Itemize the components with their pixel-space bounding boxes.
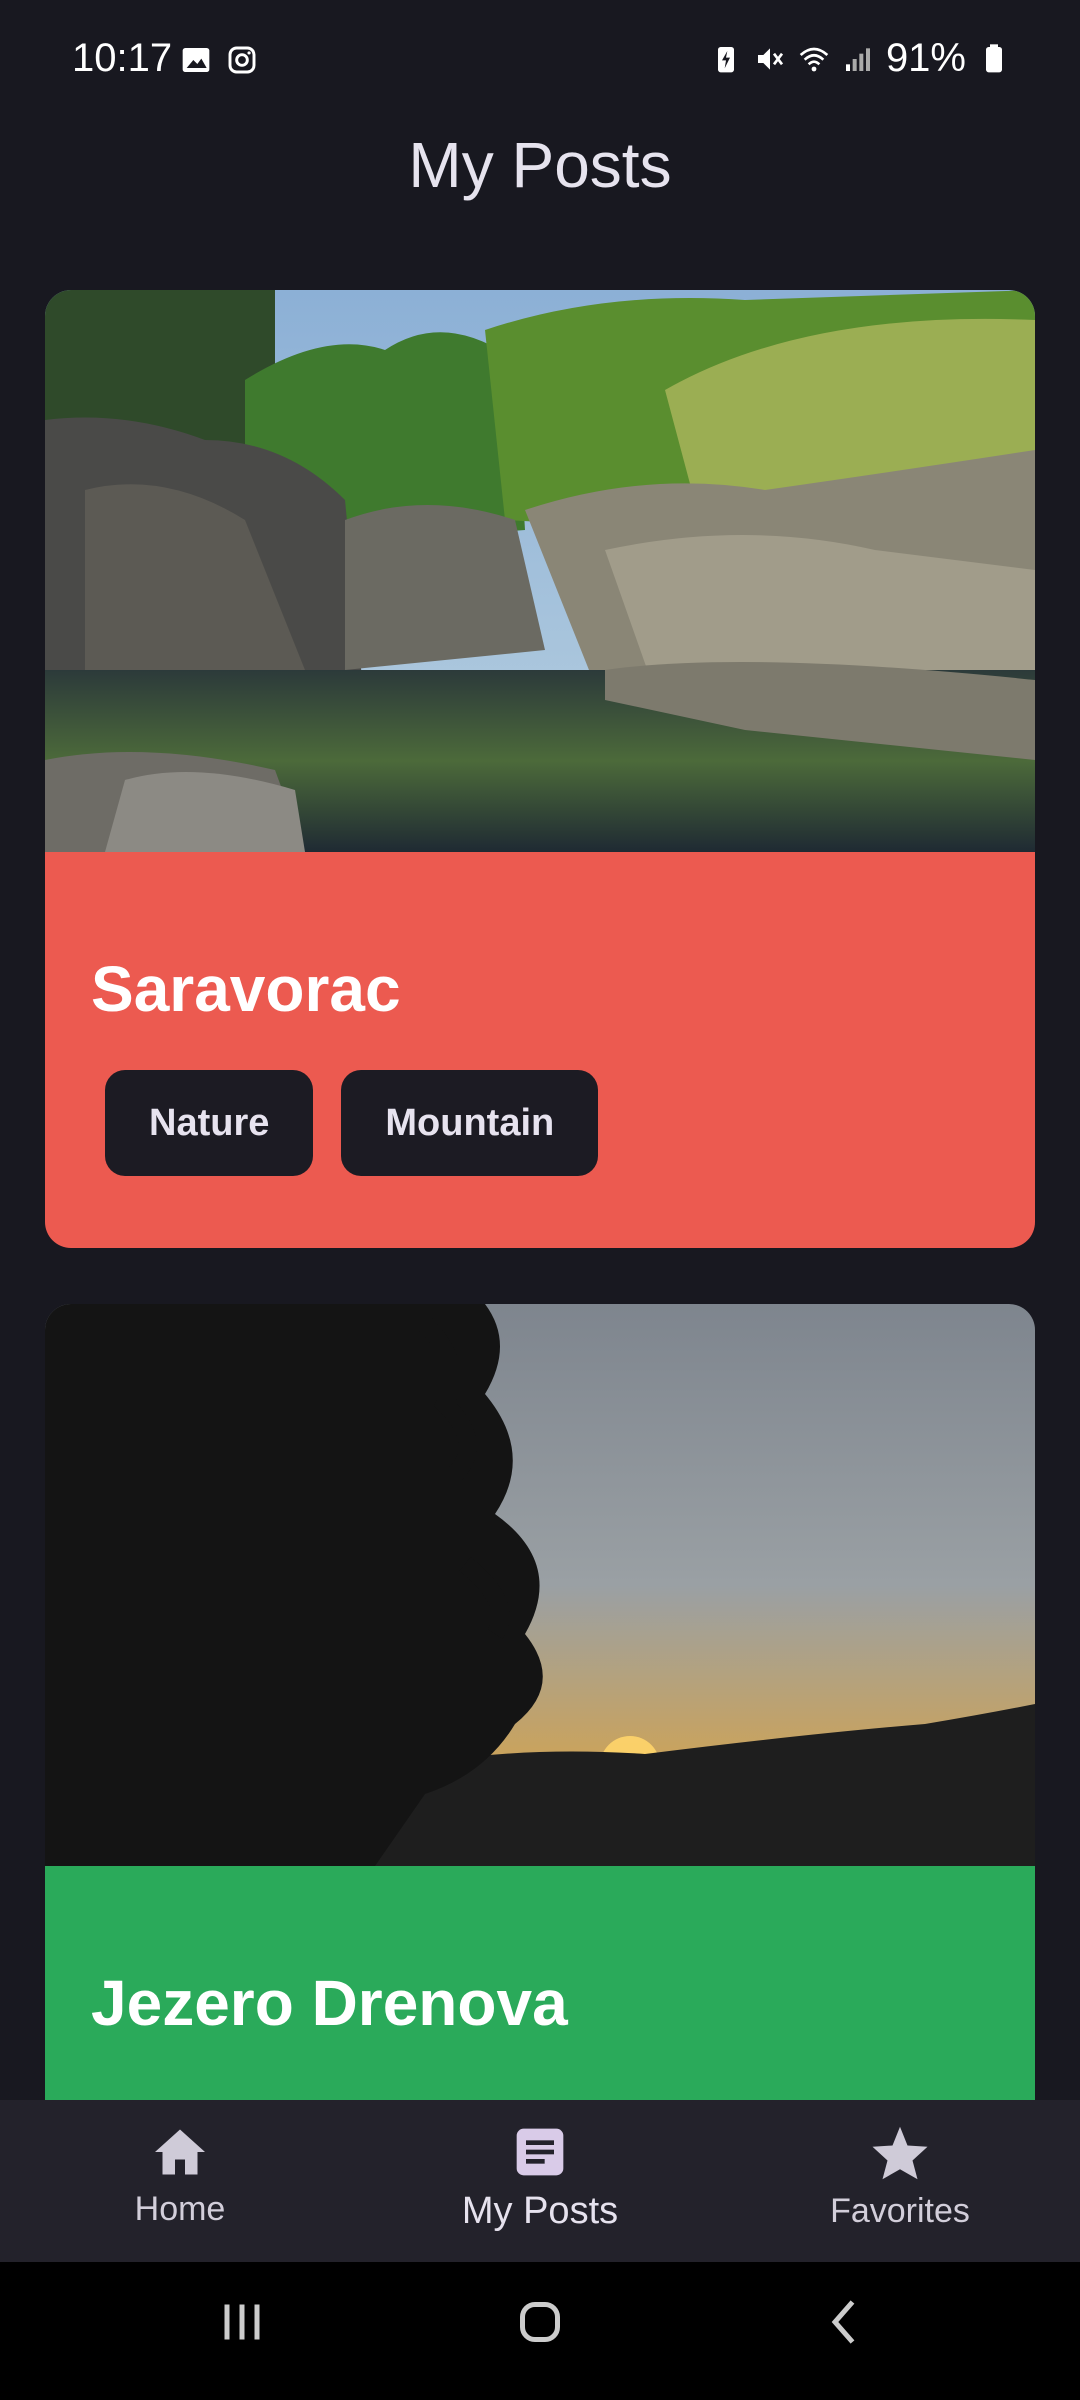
gallery-icon	[182, 48, 210, 72]
signal-icon	[845, 47, 870, 71]
nav-label-home: Home	[134, 2190, 226, 2228]
nav-item-favorites[interactable]: Favorites	[720, 2100, 1080, 2262]
system-nav-bar	[0, 2262, 1080, 2400]
wifi-icon	[799, 47, 829, 71]
tag-chip[interactable]: Nature	[105, 1070, 314, 1176]
back-icon[interactable]	[815, 2292, 875, 2352]
mute-icon	[757, 47, 784, 70]
post-title: Jezero Drenova	[91, 1967, 568, 2039]
posts-feed[interactable]: Saravorac Nature Mountain Jezero Drenova	[45, 290, 1035, 2100]
home-nav-icon[interactable]	[510, 2292, 570, 2352]
home-icon	[155, 2129, 205, 2175]
star-icon	[872, 2126, 928, 2180]
post-image	[45, 290, 1035, 852]
page-title: My Posts	[408, 129, 672, 201]
article-icon	[516, 2128, 564, 2176]
tag-chip[interactable]: Mountain	[341, 1070, 599, 1176]
post-title: Saravorac	[91, 953, 401, 1025]
nav-item-home[interactable]: Home	[0, 2100, 360, 2262]
nav-label-my-posts: My Posts	[461, 2190, 619, 2232]
status-time: 10:17	[72, 36, 173, 80]
nav-label-favorites: Favorites	[830, 2192, 970, 2230]
recents-icon[interactable]	[212, 2292, 272, 2352]
tag-list: Nature Mountain	[91, 1070, 989, 1176]
post-card[interactable]: Jezero Drenova	[45, 1304, 1035, 2100]
battery-saver-icon	[717, 46, 734, 72]
bottom-nav: Home My Posts Favorites	[0, 2100, 1080, 2262]
post-card-body: Saravorac Nature Mountain	[45, 852, 1035, 1248]
nav-item-my-posts[interactable]: My Posts	[360, 2100, 720, 2262]
post-image	[45, 1304, 1035, 1866]
status-bar: 10:17 91%	[0, 0, 1080, 120]
battery-percent: 91%	[885, 36, 966, 80]
instagram-icon	[228, 46, 256, 74]
post-card[interactable]: Saravorac Nature Mountain	[45, 290, 1035, 1248]
post-card-body: Jezero Drenova	[45, 1866, 1035, 2100]
battery-icon	[986, 43, 1002, 72]
